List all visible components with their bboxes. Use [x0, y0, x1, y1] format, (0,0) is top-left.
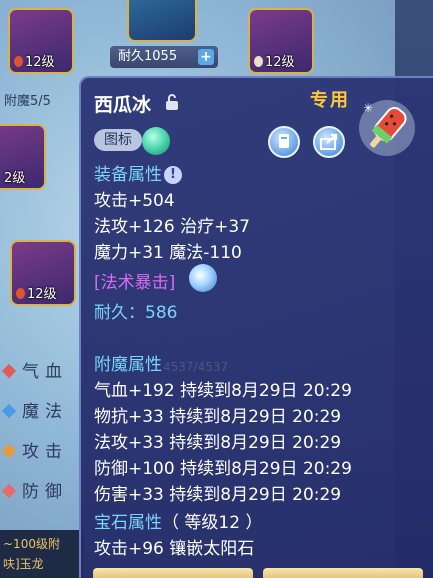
stat-menu-hp[interactable]: 气血 — [0, 357, 78, 385]
underlying-hp-bar: 4537/4537 — [163, 360, 229, 374]
enchant-line: 法攻+33 持续到8月29日 20:29 — [94, 433, 342, 453]
add-durability-button[interactable]: + — [198, 49, 214, 65]
equipment-slot-4[interactable]: 2级 — [0, 124, 46, 190]
diamond-icon — [1, 363, 17, 379]
equip-attributes-heading: 装备属性! — [94, 160, 182, 185]
gem-icon — [254, 56, 263, 67]
marker-button[interactable]: 图标 — [94, 129, 142, 151]
item-name: 西瓜冰 — [94, 94, 152, 116]
attribute-line: 魔力+31 魔法-110 — [94, 243, 242, 263]
attribute-line: 法攻+126 治疗+37 — [94, 217, 250, 237]
gem-line: 攻击+96 镶嵌太阳石 — [94, 539, 255, 559]
slot-level: 12级 — [16, 283, 57, 302]
slot-level: 2级 — [4, 171, 26, 186]
magic-crit-label: [法术暴击] — [94, 273, 176, 293]
svg-text:✳: ✳ — [363, 101, 373, 115]
share-button[interactable] — [313, 126, 345, 158]
exclusive-tag: 专用 — [310, 90, 350, 111]
chat-preview[interactable]: ~100级附 呋]玉龙 — [0, 530, 84, 578]
slot-level: 12级 — [254, 51, 295, 70]
watermelon-popsicle-icon: ✳ — [359, 100, 415, 156]
gem-icon — [14, 56, 23, 67]
durability-indicator: 耐久1055 + — [110, 46, 218, 68]
document-button[interactable] — [268, 126, 300, 158]
diamond-icon — [1, 403, 17, 419]
enchant-line: 防御+100 持续到8月29日 20:29 — [94, 459, 352, 479]
diamond-icon — [1, 483, 17, 499]
enchant-line: 物抗+33 持续到8月29日 20:29 — [94, 407, 342, 427]
item-tooltip: 西瓜冰 专用 ✳ 图标 装备属性! 攻击+504 法攻+126 治疗+37 魔力… — [79, 76, 433, 578]
share-icon — [320, 133, 338, 150]
equipment-slot-5[interactable]: 12级 — [10, 240, 76, 306]
chat-line: 呋]玉龙 — [3, 557, 44, 571]
stat-menu-attack[interactable]: 攻击 — [0, 437, 78, 465]
chat-line: ~100级附 — [3, 537, 60, 551]
equipment-slot-2[interactable] — [127, 0, 197, 42]
document-icon — [279, 134, 289, 148]
gem-level: （ 等级12 ） — [162, 513, 263, 533]
action-button-left[interactable] — [93, 568, 253, 578]
info-icon[interactable]: ! — [164, 166, 182, 184]
diamond-icon — [1, 443, 17, 459]
magic-crit-orb-icon — [189, 264, 217, 292]
slot-level: 12级 — [14, 51, 55, 70]
stat-menu-defense[interactable]: 防御 — [0, 477, 78, 505]
stat-menu-mp[interactable]: 魔法 — [0, 397, 78, 425]
enchant-count: 附魔5/5 — [4, 94, 51, 109]
durability-value: 耐久：586 — [94, 303, 178, 323]
marker-orb-icon[interactable] — [142, 127, 170, 155]
action-button-right[interactable] — [263, 568, 423, 578]
enchant-line: 气血+192 持续到8月29日 20:29 — [94, 381, 352, 401]
enchant-line: 伤害+33 持续到8月29日 20:29 — [94, 485, 342, 505]
attribute-line: 攻击+504 — [94, 191, 175, 211]
equipment-slot-3[interactable]: 12级 — [248, 8, 314, 74]
gem-attributes-heading: 宝石属性（ 等级12 ） — [94, 513, 263, 533]
gem-icon — [16, 288, 25, 299]
enchant-attributes-heading: 附魔属性 — [94, 355, 162, 375]
lock-icon[interactable] — [164, 93, 180, 111]
equipment-slot-1[interactable]: 12级 — [8, 8, 74, 74]
